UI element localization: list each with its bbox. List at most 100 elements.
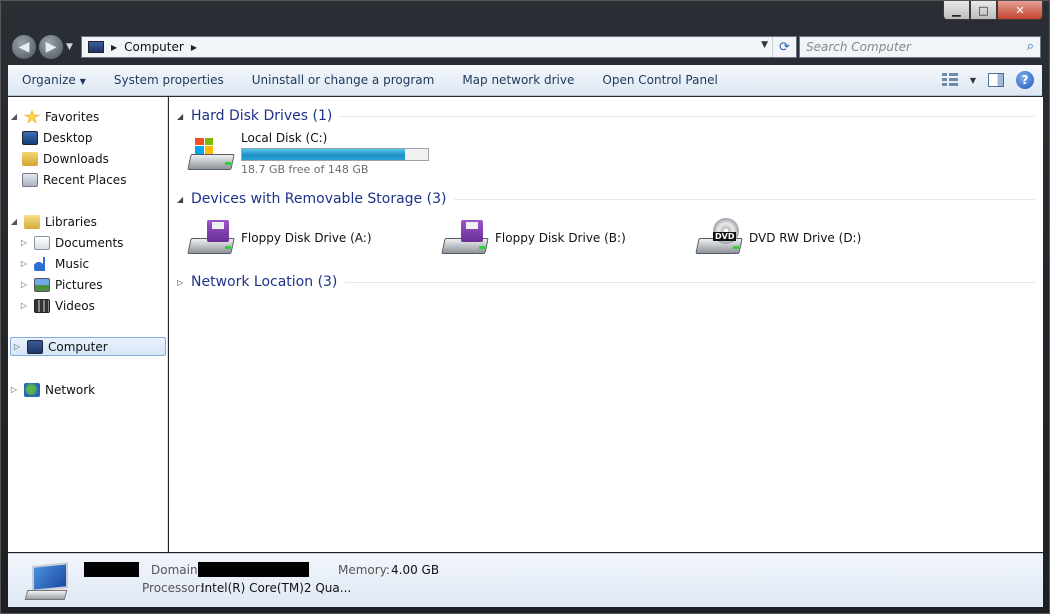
group-label: Devices with Removable Storage (3) xyxy=(191,191,447,207)
organize-button[interactable]: Organize ▼ xyxy=(8,73,100,87)
desktop-icon xyxy=(22,130,38,145)
drive-floppy-a[interactable]: Floppy Disk Drive (A:) xyxy=(187,218,372,258)
view-options-dropdown-icon[interactable]: ▼ xyxy=(970,76,976,85)
star-icon xyxy=(24,109,40,124)
search-box[interactable]: ⌕ xyxy=(799,36,1041,58)
memory-value: 4.00 GB xyxy=(391,563,440,577)
expanded-arrow-icon[interactable]: ◢ xyxy=(8,217,20,226)
drive-name: Floppy Disk Drive (A:) xyxy=(241,231,372,245)
toolbar-right-group: ▼ ? xyxy=(941,71,1034,89)
nav-item-recent-places[interactable]: Recent Places xyxy=(8,170,166,189)
collapsed-arrow-icon[interactable]: ▷ xyxy=(11,342,23,351)
nav-label: Videos xyxy=(55,298,95,313)
expanded-arrow-icon[interactable]: ◢ xyxy=(8,112,20,121)
drive-name: DVD RW Drive (D:) xyxy=(749,231,862,245)
drive-dvd-rw-d[interactable]: DVD DVD RW Drive (D:) xyxy=(695,218,861,258)
nav-item-network[interactable]: ▷ Network xyxy=(8,380,166,399)
drive-name: Local Disk (C:) xyxy=(241,131,328,145)
command-bar: Organize ▼ System properties Uninstall or… xyxy=(8,65,1042,96)
minimize-button[interactable]: ▁ xyxy=(943,1,970,20)
group-label: Network Location (3) xyxy=(191,274,338,290)
downloads-folder-icon xyxy=(22,151,38,166)
change-view-icon[interactable] xyxy=(941,73,958,87)
nav-label: Network xyxy=(45,382,96,397)
nav-item-downloads[interactable]: Downloads xyxy=(8,149,166,168)
nav-label: Music xyxy=(55,256,90,271)
dvd-badge: DVD xyxy=(713,232,737,241)
group-label: Hard Disk Drives (1) xyxy=(191,108,333,124)
nav-label: Computer xyxy=(48,339,108,354)
network-globe-icon xyxy=(24,382,40,397)
expanded-arrow-icon[interactable]: ◢ xyxy=(177,195,191,204)
collapsed-arrow-icon[interactable]: ▷ xyxy=(177,278,191,287)
collapsed-arrow-icon[interactable]: ▷ xyxy=(18,280,30,289)
map-network-drive-button[interactable]: Map network drive xyxy=(448,73,588,87)
nav-item-pictures[interactable]: ▷ Pictures xyxy=(8,275,166,294)
nav-item-libraries[interactable]: ◢ Libraries xyxy=(8,212,166,231)
nav-item-music[interactable]: ▷ Music xyxy=(8,254,166,273)
nav-item-favorites[interactable]: ◢ Favorites xyxy=(8,107,166,126)
address-bar[interactable]: ▶ Computer ▶ ▼ ⟳ xyxy=(81,36,797,58)
navigation-pane: ◢ Favorites Desktop Downloads Recent Pla… xyxy=(8,97,168,552)
collapsed-arrow-icon[interactable]: ▷ xyxy=(18,238,30,247)
redacted-domain-value xyxy=(198,562,309,577)
nav-label: Favorites xyxy=(45,109,100,124)
processor-label: Processor: xyxy=(142,581,204,595)
open-control-panel-button[interactable]: Open Control Panel xyxy=(588,73,731,87)
windows-logo-icon xyxy=(195,137,213,154)
expanded-arrow-icon[interactable]: ◢ xyxy=(177,112,191,121)
capacity-bar-fill xyxy=(242,149,405,160)
maximize-button[interactable]: □ xyxy=(970,1,997,20)
nav-item-documents[interactable]: ▷ Documents xyxy=(8,233,166,252)
libraries-icon xyxy=(24,214,40,229)
preview-pane-icon[interactable] xyxy=(988,73,1004,87)
nav-label: Pictures xyxy=(55,277,103,292)
caption-buttons: ▁ □ ✕ xyxy=(943,1,1043,21)
details-pane: Domain: Memory: 4.00 GB Processor: Intel… xyxy=(8,553,1043,607)
search-icon[interactable]: ⌕ xyxy=(1027,39,1034,54)
organize-label: Organize xyxy=(22,73,76,87)
nav-item-videos[interactable]: ▷ Videos xyxy=(8,296,166,315)
computer-icon xyxy=(27,339,43,354)
address-history-dropdown-icon[interactable]: ▼ xyxy=(761,40,768,50)
refresh-icon[interactable]: ⟳ xyxy=(772,37,796,57)
drive-local-disk-c[interactable]: Local Disk (C:) 18.7 GB free of 148 GB xyxy=(187,131,429,176)
search-input[interactable] xyxy=(806,40,1016,54)
group-divider xyxy=(340,115,1035,117)
uninstall-program-button[interactable]: Uninstall or change a program xyxy=(238,73,449,87)
chevron-right-icon[interactable]: ▶ xyxy=(111,43,117,52)
domain-label: Domain: xyxy=(151,563,202,577)
nav-label: Libraries xyxy=(45,214,97,229)
collapsed-arrow-icon[interactable]: ▷ xyxy=(8,385,20,394)
group-divider xyxy=(454,198,1035,200)
music-note-icon xyxy=(34,256,50,271)
memory-label: Memory: xyxy=(338,563,390,577)
file-view: ◢ Hard Disk Drives (1) Local Disk (C:) 1… xyxy=(169,97,1043,552)
recent-pages-dropdown-icon[interactable]: ▼ xyxy=(66,42,73,52)
breadcrumb-computer[interactable]: Computer xyxy=(124,40,184,54)
nav-label: Desktop xyxy=(43,130,93,145)
nav-label: Documents xyxy=(55,235,124,250)
navigation-row: ◀ ▶ ▼ ▶ Computer ▶ ▼ ⟳ ⌕ xyxy=(9,33,1041,61)
nav-item-computer[interactable]: ▷ Computer xyxy=(10,337,166,356)
dvd-drive-icon: DVD xyxy=(695,218,743,258)
film-strip-icon xyxy=(34,298,50,313)
collapsed-arrow-icon[interactable]: ▷ xyxy=(18,259,30,268)
group-header-removable-storage[interactable]: ◢ Devices with Removable Storage (3) xyxy=(177,189,1035,209)
explorer-window: ▁ □ ✕ ◀ ▶ ▼ ▶ Computer ▶ ▼ ⟳ ⌕ Organize▼… xyxy=(0,0,1050,614)
group-header-network-location[interactable]: ▷ Network Location (3) xyxy=(177,272,1035,292)
chevron-down-icon: ▼ xyxy=(79,77,86,86)
recent-places-icon xyxy=(22,172,38,187)
group-header-hard-disk-drives[interactable]: ◢ Hard Disk Drives (1) xyxy=(177,106,1035,126)
chevron-right-icon[interactable]: ▶ xyxy=(191,43,197,52)
back-button[interactable]: ◀ xyxy=(11,34,37,60)
nav-item-desktop[interactable]: Desktop xyxy=(8,128,166,147)
group-divider xyxy=(345,281,1035,283)
system-properties-button[interactable]: System properties xyxy=(100,73,238,87)
close-button[interactable]: ✕ xyxy=(997,1,1043,20)
collapsed-arrow-icon[interactable]: ▷ xyxy=(18,301,30,310)
forward-button[interactable]: ▶ xyxy=(38,34,64,60)
drive-floppy-b[interactable]: Floppy Disk Drive (B:) xyxy=(441,218,626,258)
pictures-icon xyxy=(34,277,50,292)
help-icon[interactable]: ? xyxy=(1016,71,1034,89)
